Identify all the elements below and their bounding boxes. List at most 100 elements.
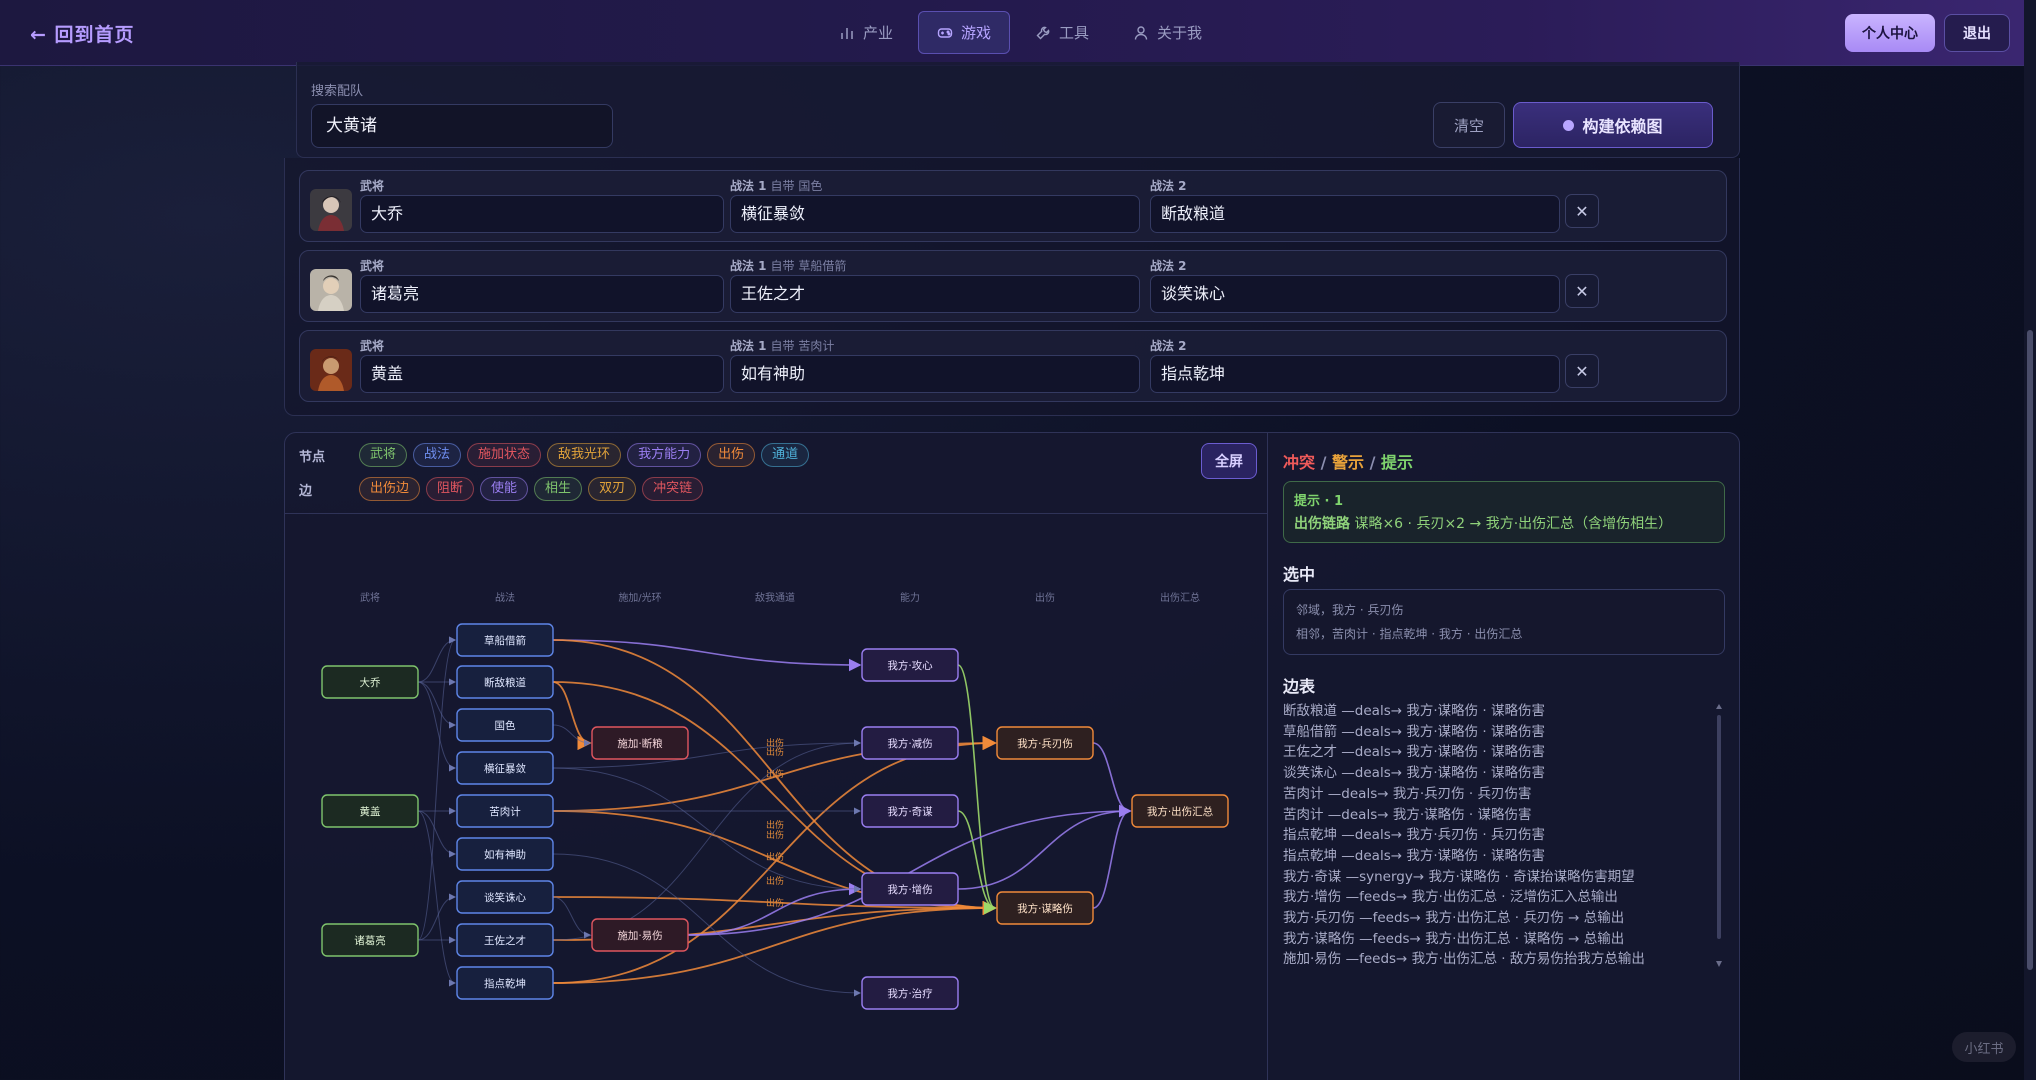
graph-node[interactable]: 施加·易伤 [591, 918, 689, 952]
node-type-chip[interactable]: 武将 [359, 443, 408, 467]
graph-node[interactable]: 我方·出伤汇总 [1131, 794, 1229, 828]
edge-row[interactable]: 指点乾坤 —deals→ 我方·兵刃伤 · 兵刃伤害 [1283, 825, 1713, 846]
selected-heading: 选中 [1283, 565, 1316, 584]
logout-button[interactable]: 退出 [1944, 14, 2010, 52]
graph-edge[interactable] [417, 636, 456, 683]
edge-row[interactable]: 施加·易伤 —feeds→ 我方·出伤汇总 · 敌方易伤抬我方总输出 [1283, 949, 1713, 970]
skill1-input[interactable]: 如有神助 [730, 355, 1140, 393]
edge-label: 出伤 [766, 875, 784, 887]
scroll-thumb[interactable] [1717, 715, 1721, 939]
graph-edge[interactable] [417, 893, 456, 941]
graph-node[interactable]: 断敌粮道 [456, 665, 554, 699]
general-avatar [310, 269, 352, 311]
graph-node[interactable]: 施加·断粮 [591, 726, 689, 760]
edge-type-chip[interactable]: 出伤边 [359, 477, 421, 501]
edge-row[interactable]: 我方·谋略伤 —feeds→ 我方·出伤汇总 · 谋略伤 → 总输出 [1283, 929, 1713, 950]
edge-type-chip[interactable]: 相生 [534, 477, 583, 501]
node-type-chip[interactable]: 施加状态 [467, 443, 542, 467]
node-type-chip[interactable]: 敌我光环 [547, 443, 622, 467]
graph-edge[interactable] [417, 681, 456, 729]
build-graph-button[interactable]: 构建依赖图 [1513, 102, 1713, 148]
dependency-graph[interactable]: 武将 战法 施加/光环 敌我通道 能力 出伤 出伤汇总 出伤出伤出伤出伤出伤出伤出伤出伤 大… [285, 514, 1265, 1080]
graph-node[interactable]: 王佐之才 [456, 923, 554, 957]
edge-row[interactable]: 王佐之才 —deals→ 我方·谋略伤 · 谋略伤害 [1283, 742, 1713, 763]
graph-edge[interactable] [957, 804, 1132, 890]
graph-node[interactable]: 国色 [456, 708, 554, 742]
clear-button[interactable]: 清空 [1433, 102, 1505, 148]
scroll-thumb[interactable] [2027, 330, 2033, 970]
graph-edge[interactable] [417, 681, 456, 772]
alerts-heading: 冲突 / 警示 / 提示 [1283, 449, 1413, 473]
graph-edge[interactable] [1092, 804, 1132, 909]
graph-node[interactable]: 我方·奇谋 [861, 794, 959, 828]
edge-row[interactable]: 指点乾坤 —deals→ 我方·谋略伤 · 谋略伤害 [1283, 846, 1713, 867]
graph-node[interactable]: 我方·减伤 [861, 726, 959, 760]
nav-tab-industry[interactable]: 产业 [820, 11, 912, 54]
graph-node-label: 黄盖 [360, 805, 381, 818]
edge-row[interactable]: 苦肉计 —deals→ 我方·兵刃伤 · 兵刃伤害 [1283, 784, 1713, 805]
graph-edge[interactable] [552, 767, 861, 893]
node-type-chip[interactable]: 战法 [413, 443, 462, 467]
edge-row[interactable]: 我方·兵刃伤 —feeds→ 我方·出伤汇总 · 兵刃伤 → 总输出 [1283, 908, 1713, 929]
graph-node[interactable]: 我方·谋略伤 [996, 891, 1094, 925]
general-input[interactable]: 诸葛亮 [360, 275, 724, 313]
edge-type-chip[interactable]: 阻断 [426, 477, 475, 501]
graph-edge[interactable] [957, 664, 997, 915]
graph-node[interactable]: 草船借箭 [456, 623, 554, 657]
skill2-input[interactable]: 指点乾坤 [1150, 355, 1560, 393]
search-input[interactable]: 大黄诸 [311, 104, 613, 148]
column-label: 敌我通道 [755, 591, 795, 604]
general-input[interactable]: 黄盖 [360, 355, 724, 393]
skill1-input[interactable]: 王佐之才 [730, 275, 1140, 313]
search-panel: 搜索配队 大黄诸 清空 构建依赖图 [296, 62, 1740, 158]
edge-row[interactable]: 谈笑诛心 —deals→ 我方·谋略伤 · 谋略伤害 [1283, 763, 1713, 784]
general-input[interactable]: 大乔 [360, 195, 724, 233]
graph-node[interactable]: 横征暴敛 [456, 751, 554, 785]
edge-row[interactable]: 我方·奇谋 —synergy→ 我方·谋略伤 · 奇谋抬谋略伤害期望 [1283, 867, 1713, 888]
remove-row-button[interactable]: ✕ [1565, 274, 1599, 308]
nav-tab-about[interactable]: 关于我 [1114, 11, 1221, 54]
tip-card[interactable]: 提示 · 1 出伤链路 谋略×6 · 兵刃×2 → 我方·出伤汇总（含增伤相生） [1283, 481, 1725, 543]
skill1-input[interactable]: 横征暴敛 [730, 195, 1140, 233]
edge-table[interactable]: 断敌粮道 —deals→ 我方·谋略伤 · 谋略伤害 草船借箭 —deals→ 我… [1283, 701, 1713, 970]
nav-tab-tools[interactable]: 工具 [1016, 11, 1108, 54]
graph-node[interactable]: 我方·增伤 [861, 872, 959, 906]
graph-node[interactable]: 谈笑诛心 [456, 880, 554, 914]
edge-row[interactable]: 我方·增伤 —feeds→ 我方·出伤汇总 · 泛增伤汇入总输出 [1283, 887, 1713, 908]
edge-row[interactable]: 断敌粮道 —deals→ 我方·谋略伤 · 谋略伤害 [1283, 701, 1713, 722]
back-home-link[interactable]: ← 回到首页 [30, 20, 135, 47]
edge-table-scrollbar[interactable] [1715, 703, 1723, 969]
graph-node-label: 我方·增伤 [887, 883, 932, 896]
edge-type-chip[interactable]: 双刃 [588, 477, 637, 501]
edge-type-chip[interactable]: 冲突链 [642, 477, 704, 501]
page-scrollbar[interactable] [2024, 0, 2036, 1080]
graph-edge[interactable] [1092, 742, 1132, 818]
edge-label: 出伤 [766, 829, 784, 841]
skill2-input[interactable]: 断敌粮道 [1150, 195, 1560, 233]
fullscreen-button[interactable]: 全屏 [1201, 443, 1257, 479]
graph-edge[interactable] [552, 896, 591, 939]
graph-node[interactable]: 指点乾坤 [456, 966, 554, 1000]
profile-button[interactable]: 个人中心 [1845, 14, 1935, 52]
skill2-input[interactable]: 谈笑诛心 [1150, 275, 1560, 313]
node-type-chip[interactable]: 通道 [761, 443, 810, 467]
graph-node[interactable]: 我方·治疗 [861, 976, 959, 1010]
graph-edge[interactable] [417, 810, 456, 987]
edge-row[interactable]: 苦肉计 —deals→ 我方·谋略伤 · 谋略伤害 [1283, 805, 1713, 826]
node-type-chip[interactable]: 出伤 [707, 443, 756, 467]
node-legend-title: 节点 [299, 449, 326, 465]
edge-row[interactable]: 草船借箭 —deals→ 我方·谋略伤 · 谋略伤害 [1283, 722, 1713, 743]
graph-node[interactable]: 我方·攻心 [861, 648, 959, 682]
graph-node[interactable]: 诸葛亮 [321, 923, 419, 957]
graph-node[interactable]: 苦肉计 [456, 794, 554, 828]
graph-node[interactable]: 如有神助 [456, 837, 554, 871]
graph-node[interactable]: 大乔 [321, 665, 419, 699]
remove-row-button[interactable]: ✕ [1565, 194, 1599, 228]
graph-node[interactable]: 黄盖 [321, 794, 419, 828]
nav-tab-games[interactable]: 游戏 [918, 11, 1011, 54]
edge-type-chip[interactable]: 使能 [480, 477, 529, 501]
node-type-chip[interactable]: 我方能力 [627, 443, 702, 467]
remove-row-button[interactable]: ✕ [1565, 354, 1599, 388]
graph-edge[interactable] [957, 810, 997, 915]
graph-node[interactable]: 我方·兵刃伤 [996, 726, 1094, 760]
